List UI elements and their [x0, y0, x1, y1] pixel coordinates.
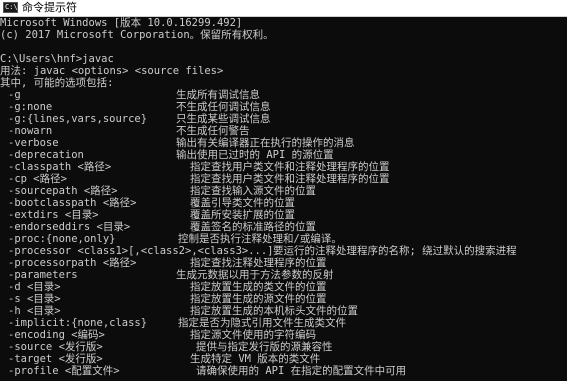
option-flag: -profile <配置文件>: [8, 365, 120, 377]
option-row: -profile <配置文件> 请确保使用的 API 在指定的配置文件中可用: [0, 365, 567, 378]
cmd-icon[interactable]: C:\: [3, 2, 18, 13]
cmd-window: C:\ 命令提示符 Microsoft Windows [版本 10.0.162…: [0, 0, 567, 381]
console-line-copyright: (c) 2017 Microsoft Corporation。保留所有权利。: [0, 29, 274, 41]
window-title: 命令提示符: [22, 1, 77, 14]
title-bar[interactable]: C:\ 命令提示符: [0, 0, 567, 17]
console-output[interactable]: Microsoft Windows [版本 10.0.16299.492] (c…: [0, 17, 567, 381]
option-description: 请确保使用的 API 在指定的配置文件中可用: [196, 365, 407, 377]
